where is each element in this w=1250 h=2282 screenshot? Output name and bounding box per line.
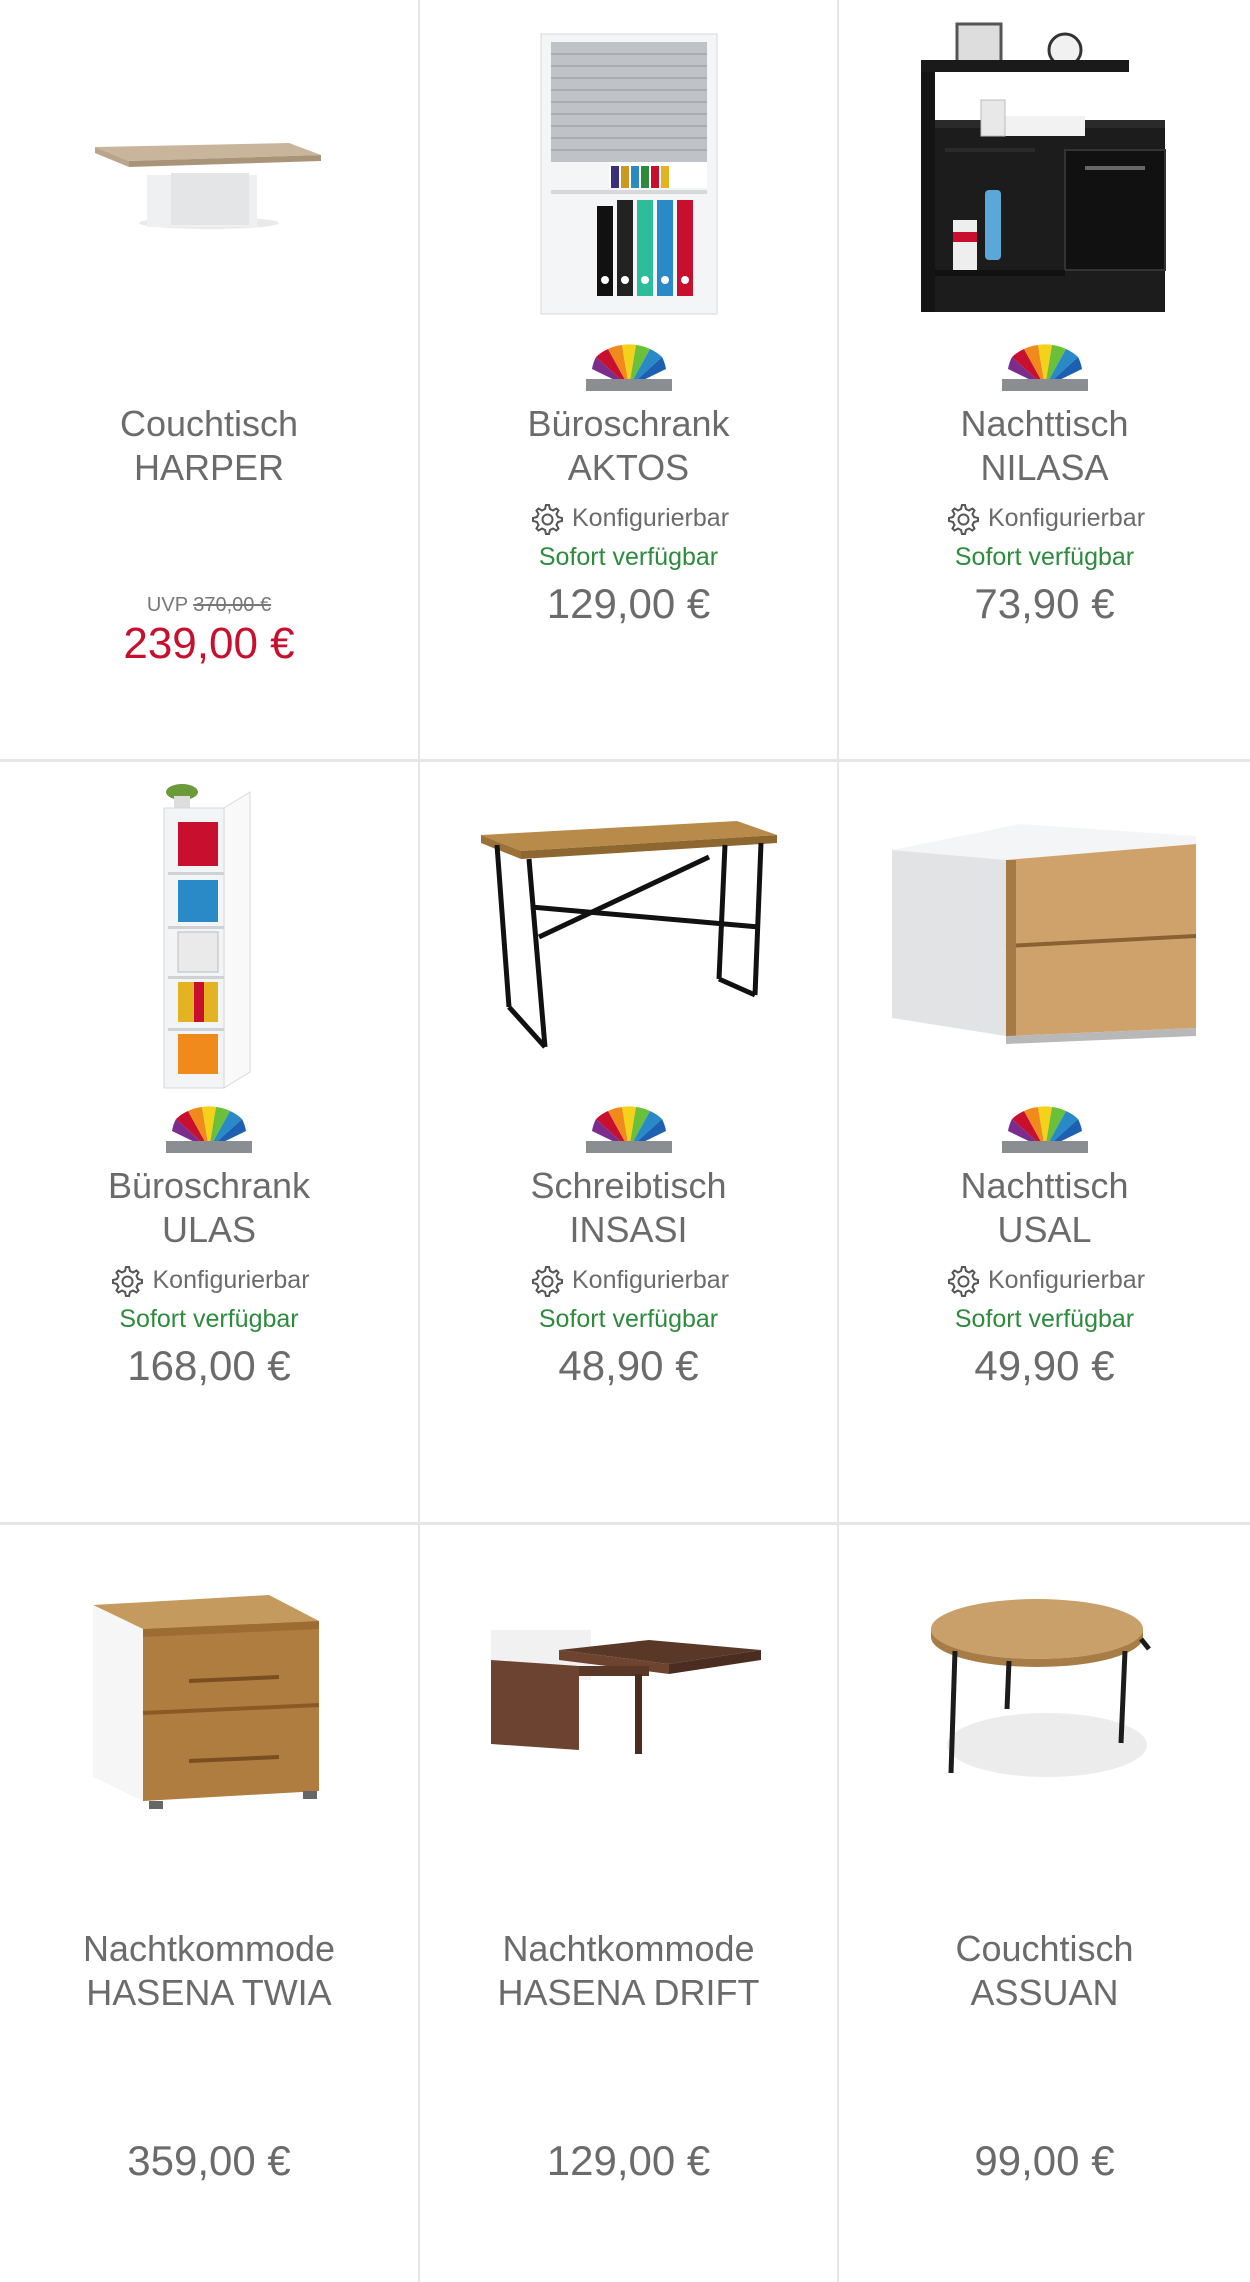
product-name-line1: Nachttisch [960, 403, 1129, 444]
product-name[interactable]: Nachttisch USAL [960, 1164, 1128, 1252]
gear-icon [947, 1266, 979, 1297]
product-name-line1: Nachtkommode [82, 1928, 336, 1969]
product-card-schreibtisch-insasi[interactable]: Schreibtisch INSASI Konfigurierbar Sofor… [420, 762, 837, 1522]
price: 168,00 € [127, 1342, 291, 1389]
configurable-label: Konfigurierbar [987, 503, 1146, 532]
availability-status: Sofort verfügbar [119, 1305, 299, 1333]
product-name[interactable]: Schreibtisch INSASI [530, 1164, 726, 1252]
product-image[interactable] [839, 1535, 1250, 1865]
configurable-badge: Konfigurierbar [944, 1260, 1145, 1300]
product-card-nachtkommode-hasena-drift[interactable]: Nachtkommode HASENA DRIFT 129,00 € [420, 1525, 837, 2282]
color-options-icon[interactable] [1000, 1102, 1090, 1158]
product-image[interactable] [420, 772, 837, 1102]
color-options-icon[interactable] [584, 340, 674, 396]
product-name-line2: USAL [997, 1209, 1092, 1250]
sale-price: 239,00 € [123, 619, 295, 668]
configurable-label: Konfigurierbar [987, 1265, 1146, 1294]
product-name[interactable]: Nachttisch NILASA [960, 402, 1128, 490]
availability-status: Sofort verfügbar [538, 543, 719, 571]
product-name-line2: HASENA DRIFT [497, 1972, 760, 2013]
product-name[interactable]: Couchtisch ASSUAN [955, 1927, 1133, 2015]
availability-status: Sofort verfügbar [954, 543, 1135, 571]
uvp-value: 370,00 € [193, 594, 272, 616]
product-name-line1: Couchtisch [955, 1928, 1134, 1969]
product-image[interactable] [0, 772, 418, 1102]
product-grid: Couchtisch HARPER UVP 370,00 € 239,00 € [0, 0, 1250, 2282]
gear-icon [947, 504, 979, 535]
product-name-line1: Büroschrank [107, 1165, 311, 1206]
configurable-badge: Konfigurierbar [944, 498, 1145, 538]
product-name-line2: ULAS [161, 1209, 257, 1250]
product-card-nachttisch-usal[interactable]: Nachttisch USAL Konfigurierbar Sofort ve… [839, 762, 1250, 1522]
product-name-line2: ASSUAN [970, 1972, 1119, 2013]
price: 359,00 € [127, 2137, 291, 2184]
configurable-label: Konfigurierbar [571, 503, 730, 532]
price: 49,90 € [974, 1342, 1115, 1389]
gear-icon [531, 504, 563, 535]
configurable-label: Konfigurierbar [571, 1265, 730, 1294]
availability-status: Sofort verfügbar [954, 1305, 1135, 1333]
configurable-badge: Konfigurierbar [108, 1260, 310, 1300]
product-card-couchtisch-assuan[interactable]: Couchtisch ASSUAN 99,00 € [839, 1525, 1250, 2282]
product-image[interactable] [420, 10, 837, 340]
configurable-badge: Konfigurierbar [528, 1260, 729, 1300]
uvp-price: UVP 370,00 € [147, 594, 271, 617]
product-card-bueroschrank-aktos[interactable]: Büroschrank AKTOS Konfigurierbar Sofort … [420, 0, 837, 759]
price: 73,90 € [974, 580, 1115, 627]
availability-status: Sofort verfügbar [538, 1305, 719, 1333]
product-image[interactable] [420, 1535, 837, 1865]
configurable-badge: Konfigurierbar [528, 498, 729, 538]
product-name-line2: HARPER [133, 447, 285, 488]
gear-icon [112, 1266, 144, 1297]
gear-icon [531, 1266, 563, 1297]
product-name-line1: Nachtkommode [502, 1928, 755, 1969]
price: 129,00 € [546, 2137, 711, 2184]
configurable-label: Konfigurierbar [152, 1265, 310, 1294]
product-image[interactable] [839, 10, 1250, 340]
product-image[interactable] [0, 10, 418, 340]
product-name[interactable]: Nachtkommode HASENA TWIA [83, 1927, 335, 2015]
product-name[interactable]: Nachtkommode HASENA DRIFT [497, 1927, 759, 2015]
product-name-line1: Nachttisch [960, 1165, 1129, 1206]
product-name-line1: Büroschrank [527, 403, 730, 444]
product-name-line1: Schreibtisch [530, 1165, 727, 1206]
product-card-bueroschrank-ulas[interactable]: Büroschrank ULAS Konfigurierbar Sofort v… [0, 762, 418, 1522]
product-image[interactable] [0, 1535, 418, 1865]
product-name-line2: HASENA TWIA [86, 1972, 332, 2013]
color-options-icon[interactable] [584, 1102, 674, 1158]
color-options-icon[interactable] [1000, 340, 1090, 396]
product-card-nachtkommode-hasena-twia[interactable]: Nachtkommode HASENA TWIA 359,00 € [0, 1525, 418, 2282]
product-image[interactable] [839, 772, 1250, 1102]
product-name[interactable]: Couchtisch HARPER [120, 402, 298, 490]
product-name-line2: INSASI [569, 1209, 688, 1250]
color-options-icon[interactable] [164, 1102, 254, 1158]
product-name-line2: NILASA [980, 447, 1109, 488]
product-card-couchtisch-harper[interactable]: Couchtisch HARPER UVP 370,00 € 239,00 € [0, 0, 418, 759]
product-name-line2: AKTOS [567, 447, 690, 488]
price: 129,00 € [546, 580, 711, 627]
price: 99,00 € [974, 2137, 1115, 2184]
uvp-label: UVP [146, 594, 188, 616]
product-name[interactable]: Büroschrank ULAS [108, 1164, 310, 1252]
price: 48,90 € [558, 1342, 699, 1389]
product-name[interactable]: Büroschrank AKTOS [527, 402, 729, 490]
product-name-line1: Couchtisch [119, 403, 299, 444]
product-card-nachttisch-nilasa[interactable]: Nachttisch NILASA Konfigurierbar Sofort … [839, 0, 1250, 759]
